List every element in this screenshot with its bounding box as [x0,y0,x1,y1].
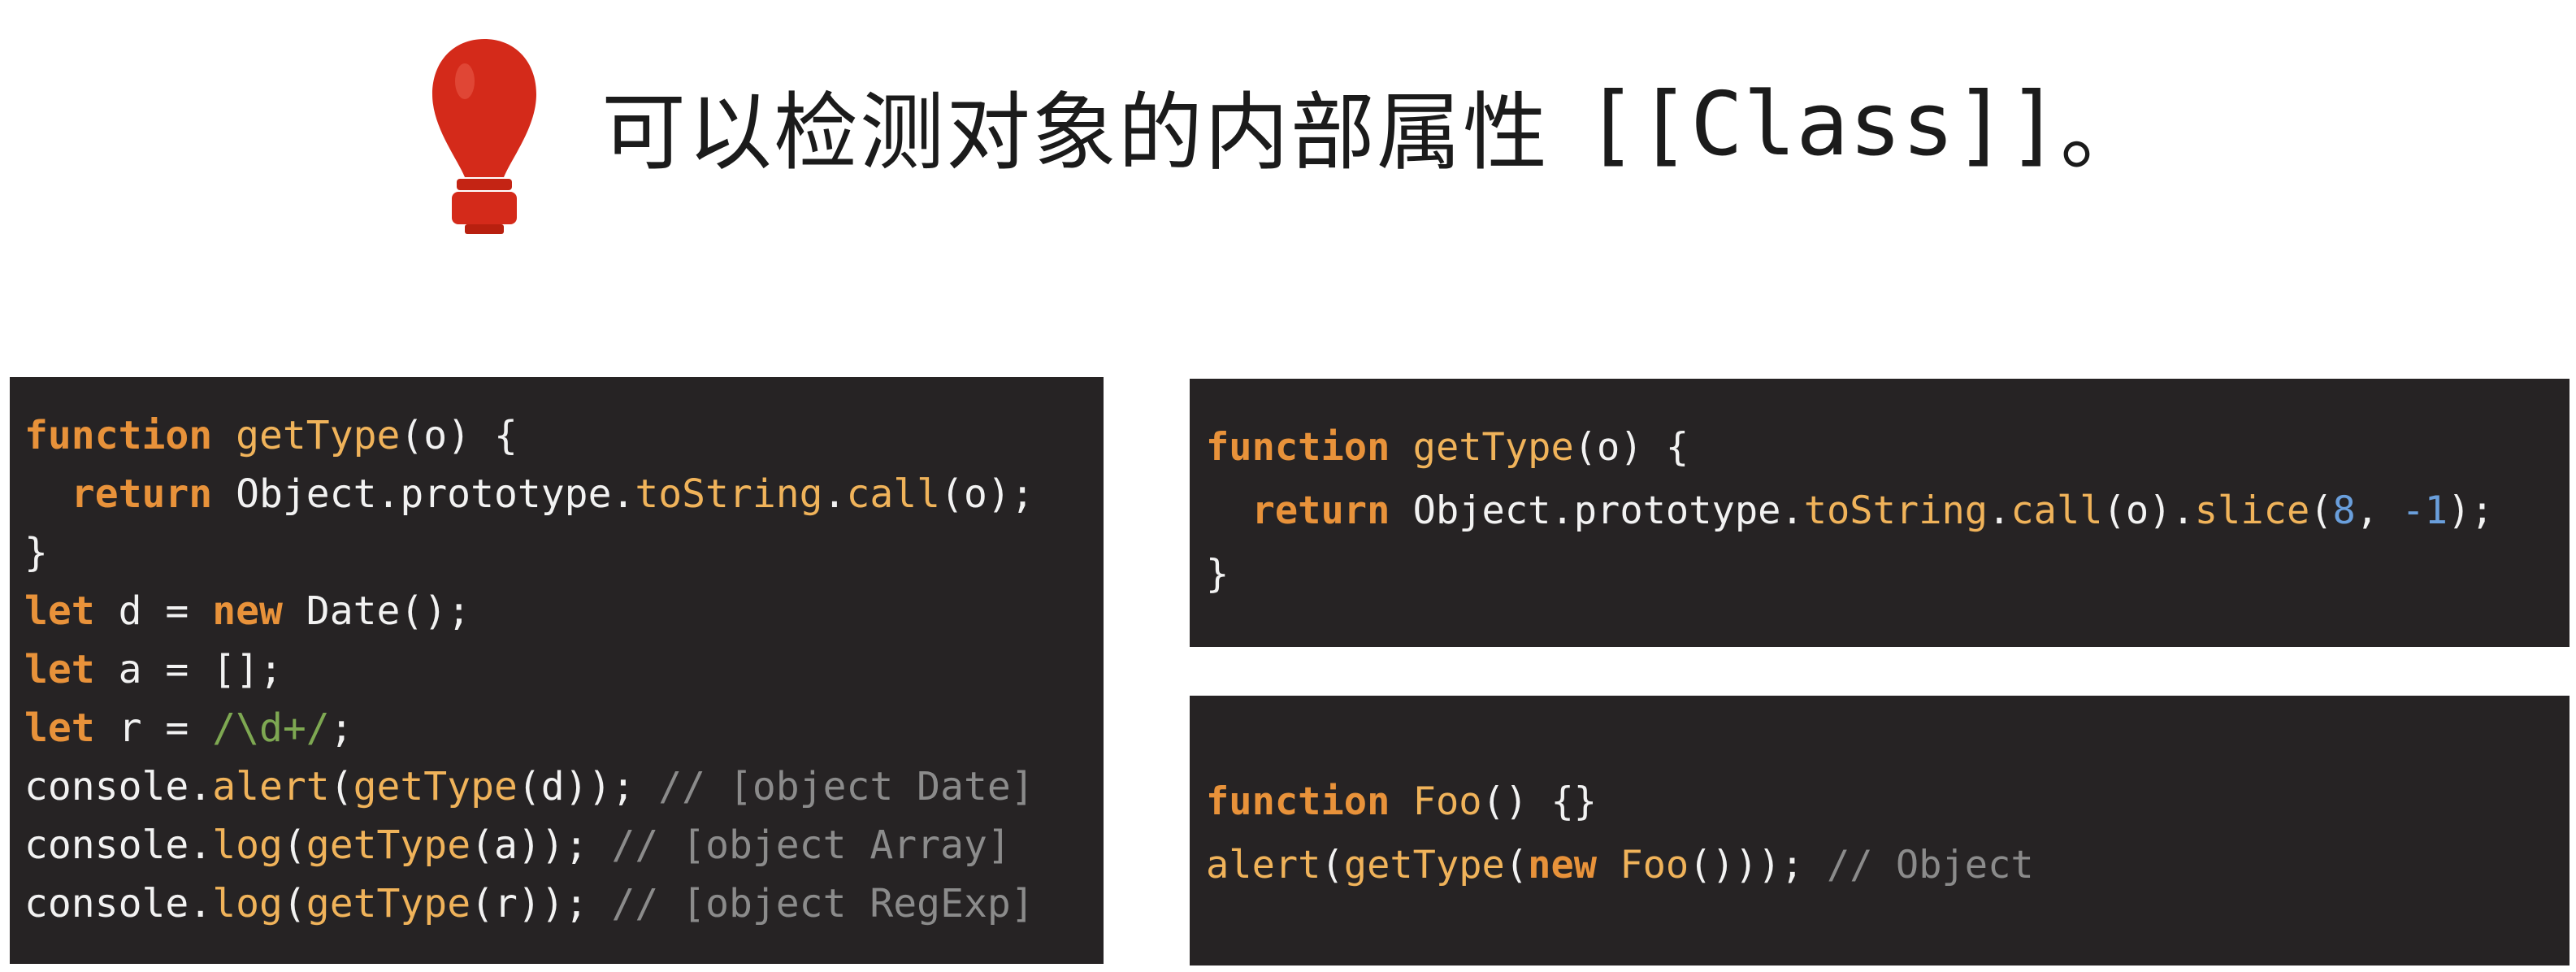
code-comment: // [object RegExp] [611,881,1034,926]
code-function: alert [212,764,330,809]
code-line: function Foo() {} [1206,770,2569,834]
code-function: Foo [1620,843,1689,887]
code-keyword: function [1206,779,1390,824]
code-comment: // Object [1827,843,2034,887]
code-regex: /\d+/ [212,705,330,751]
code-block-foo: function Foo() {} alert(getType(new Foo()… [1190,696,2569,965]
code-function: getType [1343,843,1505,887]
code-text: r = [94,705,213,751]
code-text: Date(); [282,588,471,634]
code-text: (d)); [517,764,659,809]
code-line: } [1206,543,2569,606]
code-line: console.alert(getType(d)); // [object Da… [24,757,1104,816]
code-block-gettype-slice: function getType(o) { return Object.prot… [1190,379,2569,647]
code-content: function getType(o) { return Object.prot… [1206,416,2569,606]
code-line: console.log(getType(r)); // [object RegE… [24,874,1104,933]
code-text: , [2355,488,2402,533]
code-text: . [1988,488,2011,533]
code-text: ( [329,764,353,809]
code-text: a = []; [94,647,283,692]
code-content: function Foo() {} alert(getType(new Foo()… [1206,770,2569,897]
code-text: Object.prototype. [1390,488,1804,533]
code-line: let a = []; [24,640,1104,699]
code-keyword: new [212,588,283,634]
code-line: return Object.prototype.toString.call(o)… [24,465,1104,523]
lightbulb-icon [432,39,536,234]
code-text: } [1206,552,1229,597]
code-keyword: let [24,705,95,751]
code-function: Foo [1412,779,1482,824]
code-function: toString [1803,488,1988,533]
title-text: 可以检测对象的内部属性 [601,82,1550,182]
code-text: ())); [1689,843,1828,887]
code-text: (o). [2102,488,2195,533]
code-text: ( [2309,488,2333,533]
page-title: 可以检测对象的内部属性 [[Class]] 。 [601,63,2144,185]
code-function: log [212,822,283,868]
code-function: getType [306,881,471,926]
code-line: function getType(o) { [1206,416,2569,479]
code-keyword: return [71,471,213,517]
title-code: [[Class]] [1585,73,2061,176]
code-number: -1 [2401,488,2448,533]
code-text: (o) { [400,413,518,458]
code-comment: // [object Array] [611,822,1011,868]
code-text: ; [329,705,353,751]
code-line: function getType(o) { [24,406,1104,465]
code-line: } [24,523,1104,582]
code-number: 8 [2332,488,2356,533]
code-line: alert(getType(new Foo())); // Object [1206,834,2569,897]
code-text: ( [282,881,306,926]
code-text: console. [24,822,213,868]
code-function: call [2010,488,2103,533]
code-text: ( [282,822,306,868]
code-keyword: function [24,413,213,458]
code-keyword: new [1528,843,1598,887]
code-text: (r)); [471,881,612,926]
code-text: ( [1321,843,1344,887]
code-text: (a)); [471,822,612,868]
code-function: toString [635,471,823,517]
code-content: function getType(o) { return Object.prot… [24,406,1104,933]
code-text: () {} [1481,779,1598,824]
code-line: console.log(getType(a)); // [object Arra… [24,816,1104,874]
code-function: getType [306,822,471,868]
title-period: 。 [2060,82,2145,182]
code-function: getType [353,764,518,809]
code-text: (o) { [1573,425,1689,470]
code-keyword: let [24,588,95,634]
code-function: call [846,471,941,517]
code-text: (o); [940,471,1034,517]
code-line: return Object.prototype.toString.call(o)… [1206,479,2569,543]
code-keyword: function [1206,425,1390,470]
code-function: getType [1412,425,1574,470]
code-function: alert [1206,843,1321,887]
code-keyword: let [24,647,95,692]
code-block-gettype-tostring: function getType(o) { return Object.prot… [10,377,1104,964]
code-text: d = [94,588,213,634]
code-keyword: return [1251,488,1390,533]
code-function: getType [236,413,401,458]
code-line: let r = /\d+/; [24,699,1104,757]
code-function: log [212,881,283,926]
code-comment: // [object Date] [658,764,1034,809]
code-text: console. [24,764,213,809]
code-line: let d = new Date(); [24,582,1104,640]
code-text: } [24,530,48,575]
code-text: ( [1504,843,1529,887]
code-text: console. [24,881,213,926]
code-function: slice [2194,488,2310,533]
code-text: Object.prototype. [212,471,635,517]
code-text: . [822,471,847,517]
code-text: ); [2448,488,2494,533]
